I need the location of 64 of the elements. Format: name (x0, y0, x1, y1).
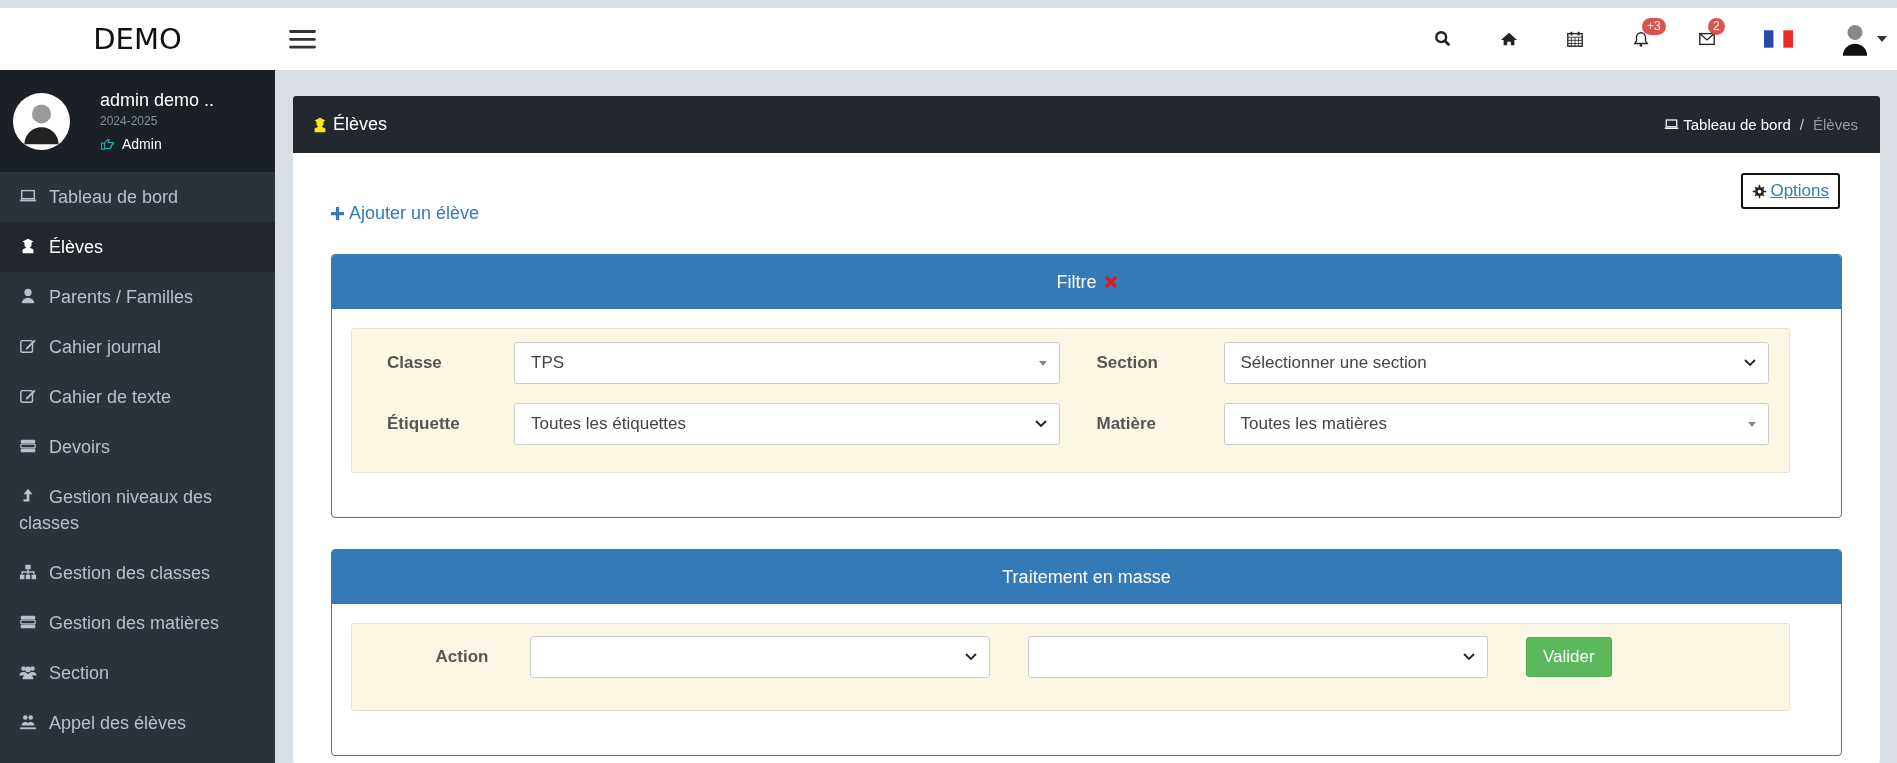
sidebar-item[interactable]: Gestion des classes (0, 548, 275, 598)
page-title: Élèves (333, 114, 388, 135)
school-year: 2024-2025 (100, 114, 159, 128)
sidebar-item[interactable]: Gestion des matières (0, 598, 275, 648)
gear-icon (1752, 183, 1768, 199)
field-label: Classe (386, 353, 443, 373)
select-field[interactable] (530, 636, 990, 678)
sidebar-item[interactable]: Section (0, 648, 275, 698)
sidebar-item[interactable]: Tableau de bord (0, 172, 275, 222)
chevron-down-icon (1744, 359, 1756, 367)
person-icon (19, 287, 37, 305)
options-button[interactable]: Options (1741, 173, 1840, 209)
field-label: Matière (1095, 414, 1158, 434)
bell-icon[interactable] (1632, 30, 1650, 48)
stack-icon (19, 437, 37, 455)
user-role: Admin (122, 136, 162, 152)
edit-icon (19, 387, 37, 405)
avatar-icon[interactable] (1841, 22, 1869, 56)
caret-icon (1038, 360, 1047, 366)
caret-icon (1748, 421, 1756, 427)
edit-icon (19, 337, 37, 355)
sidebar-item[interactable]: Cahier journal (0, 322, 275, 372)
home-icon[interactable] (1500, 30, 1518, 48)
select-field[interactable]: TPS (514, 342, 1060, 384)
panel-title: Filtre (1056, 271, 1097, 293)
field-label: Section (1095, 353, 1159, 373)
user-name: admin demo .. (100, 90, 215, 111)
field-label: Action (434, 647, 490, 667)
search-icon[interactable] (1434, 30, 1452, 48)
chevron-down-icon (965, 653, 977, 661)
stack-icon (19, 613, 37, 631)
breadcrumb-link[interactable]: Tableau de bord (1664, 116, 1791, 133)
caret-icon[interactable] (1877, 36, 1887, 42)
sitemap-icon (19, 563, 37, 581)
sidebar-item[interactable]: Devoirs (0, 422, 275, 472)
brand-logo[interactable]: DEMO (93, 22, 182, 56)
notification-badge: 2 (1708, 18, 1725, 35)
chevron-down-icon (1034, 420, 1047, 428)
sidebar-item[interactable]: Gestion niveaux des classes (0, 472, 275, 548)
plus-icon (331, 207, 344, 220)
people-icon (19, 713, 37, 731)
sidebar-item[interactable]: Élèves (0, 222, 275, 272)
sidebar-item[interactable]: Parents / Familles (0, 272, 275, 322)
mail-icon[interactable] (1698, 30, 1716, 48)
select-field[interactable]: Toutes les étiquettes (514, 403, 1060, 445)
panel-title: Traitement en masse (1002, 566, 1171, 588)
avatar-icon (13, 92, 70, 150)
laptop-icon (1664, 117, 1680, 132)
sidebar-item[interactable]: Cahier de texte (0, 372, 275, 422)
flag-icon[interactable] (1764, 30, 1793, 48)
sidebar-item[interactable]: Appel des élèves (0, 698, 275, 748)
breadcrumb-separator: / (1799, 116, 1804, 133)
notification-badge: +3 (1642, 18, 1666, 35)
select-field[interactable] (1028, 636, 1488, 678)
thumb-icon (100, 138, 115, 150)
add-student-link[interactable]: Ajouter un élève (331, 203, 480, 224)
breadcrumb-current: Élèves (1812, 116, 1858, 133)
chevron-down-icon (1463, 653, 1475, 661)
menu-icon[interactable] (289, 29, 316, 49)
select-field[interactable]: Sélectionner une section (1223, 342, 1769, 384)
calendar-icon[interactable] (1566, 30, 1584, 48)
group-icon (19, 663, 37, 681)
select-field[interactable]: Toutes les matières (1223, 403, 1769, 445)
field-label: Étiquette (386, 414, 461, 434)
